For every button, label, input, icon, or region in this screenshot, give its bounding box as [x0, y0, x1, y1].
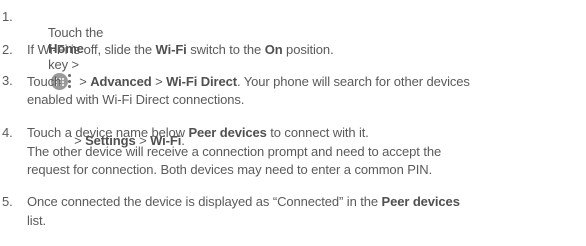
step-line: list.	[27, 213, 46, 229]
peer-devices-label: Peer devices	[188, 125, 267, 140]
step-text: list.	[27, 213, 47, 228]
step-text: key >	[48, 57, 80, 72]
step-line: Once connected the device is displayed a…	[27, 194, 460, 210]
step-text: position.	[282, 42, 334, 57]
instruction-list: 1. Touch the Home key > > Settings > Wi-…	[0, 0, 586, 246]
step-line: The other device will receive a connecti…	[27, 144, 441, 160]
wifi-label: Wi-Fi	[155, 42, 187, 57]
step-text: to connect with it.	[266, 125, 369, 140]
step-line: Touch > Advanced > Wi-Fi Direct. Your pho…	[27, 73, 470, 90]
step-text: request for connection. Both devices may…	[27, 162, 433, 177]
peer-devices-label: Peer devices	[381, 194, 460, 209]
step-number: 3.	[2, 73, 13, 88]
wifi-direct-label: Wi-Fi Direct	[166, 74, 237, 89]
step-line: enabled with Wi-Fi Direct connections.	[27, 92, 244, 108]
step-number: 1.	[2, 9, 13, 24]
step-text: switch to the	[186, 42, 265, 57]
step-text: The other device will receive a connecti…	[27, 144, 442, 159]
step-number: 4.	[2, 125, 13, 140]
step-number: 2.	[2, 42, 13, 57]
step-text: Once connected the device is displayed a…	[27, 194, 382, 209]
step-line: If Wi-Fi is off, slide the Wi-Fi switch …	[27, 42, 334, 58]
step-line: request for connection. Both devices may…	[27, 162, 432, 178]
step-text: . Your phone will search for other devic…	[237, 74, 470, 89]
advanced-label: Advanced	[90, 74, 152, 89]
step-number: 5.	[2, 194, 13, 209]
step-text: enabled with Wi-Fi Direct connections.	[27, 92, 245, 107]
separator: >	[151, 74, 167, 89]
step-text: Touch a device name below	[27, 125, 189, 140]
overflow-menu-icon	[67, 73, 72, 89]
step-text: Touch	[27, 74, 62, 89]
separator: >	[79, 74, 91, 89]
step-line: Touch a device name below Peer devices t…	[27, 125, 369, 141]
step-text: If Wi-Fi is off, slide the	[27, 42, 156, 57]
step-text: Touch the	[47, 25, 104, 40]
on-label: On	[264, 42, 283, 57]
